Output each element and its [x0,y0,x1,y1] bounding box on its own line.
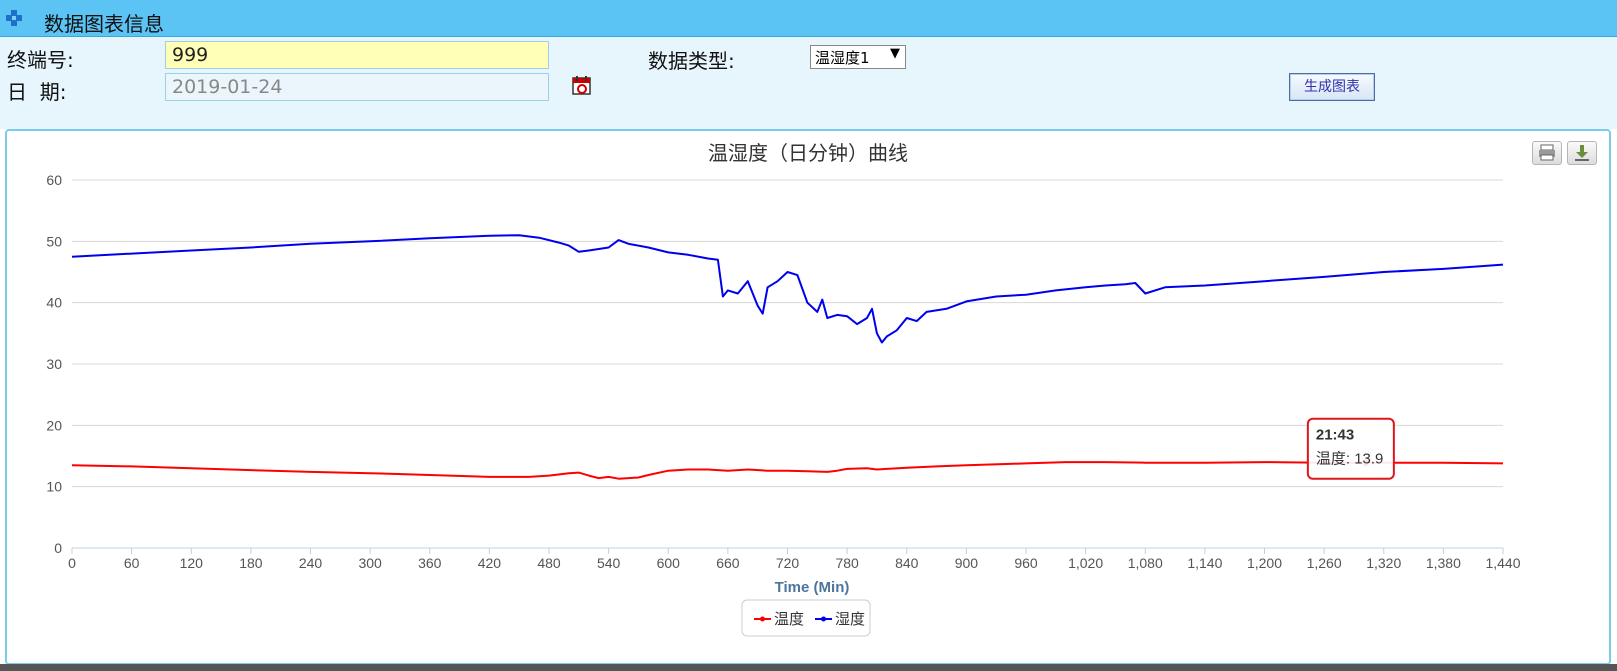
chart-title: 温湿度（日分钟）曲线 [708,142,908,165]
y-tick-label: 20 [46,417,62,433]
terminal-input[interactable]: 999 [165,41,549,69]
x-tick-label: 720 [776,555,800,571]
data-type-label: 数据类型: [648,45,735,74]
x-tick-label: 240 [299,555,323,571]
series-line-temperature[interactable] [72,462,1503,479]
dropdown-arrow-icon: ▼ [890,46,900,61]
terminal-label: 终端号: [7,44,74,73]
x-axis-label: Time (Min) [775,579,850,596]
x-tick-label: 1,320 [1366,555,1401,571]
y-tick-label: 30 [46,356,62,372]
x-tick-label: 600 [657,555,681,571]
y-tick-label: 60 [46,172,62,188]
x-tick-label: 1,440 [1485,555,1520,571]
legend-humid-label: 湿度 [835,611,865,628]
x-tick-label: 360 [418,555,442,571]
tooltip-value: 温度: 13.9 [1316,451,1384,468]
x-tick-label: 1,080 [1128,555,1163,571]
legend-temp-marker [760,617,765,622]
tooltip-title: 21:43 [1316,427,1354,444]
bottom-edge [0,664,1617,671]
x-tick-label: 960 [1014,555,1038,571]
y-tick-label: 50 [46,233,62,249]
x-tick-label: 900 [955,555,979,571]
x-tick-label: 300 [358,555,382,571]
x-tick-label: 660 [716,555,740,571]
data-type-value: 温湿度1 [815,49,870,67]
x-tick-label: 1,200 [1247,555,1282,571]
x-tick-label: 180 [239,555,263,571]
query-form: 终端号: 999 日 期: 2019-01-24 数据类型: 温湿度1 ▼ 生成… [0,37,1617,129]
x-tick-label: 780 [835,555,859,571]
x-tick-label: 1,020 [1068,555,1103,571]
x-tick-label: 420 [478,555,502,571]
x-tick-label: 1,380 [1426,555,1461,571]
chart-legend: 温度 湿度 [742,600,870,636]
chart-container: 温湿度（日分钟）曲线 0 10 20 30 40 50 60 0 60 120 180 240 300… [5,129,1611,665]
x-tick-label: 540 [597,555,621,571]
y-tick-label: 40 [46,295,62,311]
calendar-icon[interactable] [572,76,592,96]
panel-title: 数据图表信息 [44,8,164,37]
x-tick-label: 1,260 [1307,555,1342,571]
x-tick-label: 840 [895,555,919,571]
y-tick-label: 10 [46,479,62,495]
date-input[interactable]: 2019-01-24 [165,73,549,101]
x-tick-label: 0 [68,555,76,571]
series-line-humidity[interactable] [72,235,1503,342]
generate-chart-button[interactable]: 生成图表 [1289,73,1375,101]
panel-header: 数据图表信息 [0,0,1617,37]
x-tick-label: 120 [180,555,204,571]
y-tick-label: 0 [54,540,62,556]
legend-temp-label: 温度 [774,611,804,628]
x-tick-label: 60 [124,555,140,571]
date-label: 日 期: [7,76,66,105]
x-tick-label: 1,140 [1187,555,1222,571]
x-tick-label: 480 [537,555,561,571]
chart-svg: 温湿度（日分钟）曲线 0 10 20 30 40 50 60 0 60 120 180 240 300… [7,131,1609,663]
plus-icon[interactable] [6,10,22,26]
legend-humid-marker [821,617,826,622]
data-type-select[interactable]: 温湿度1 ▼ [810,45,906,69]
chart-tooltip: 21:43 温度: 13.9 [1308,419,1394,479]
